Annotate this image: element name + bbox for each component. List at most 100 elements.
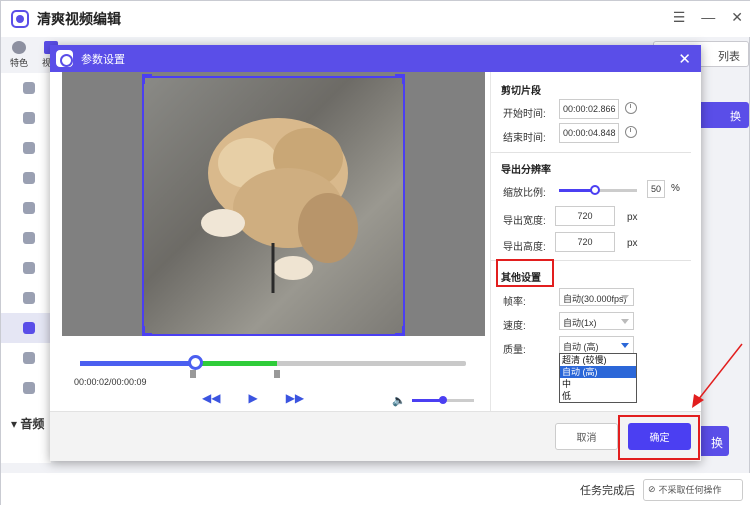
end-time-label: 结束时间: [503, 133, 546, 144]
no-action-icon: ⊘ [648, 484, 656, 494]
nav-tab-featured[interactable]: 特色 [5, 41, 33, 69]
dialog-header: 参数设置 ✕ [50, 45, 701, 72]
rewind-icon[interactable]: ◀◀ [202, 391, 220, 405]
tool-icon [23, 232, 35, 244]
sidebar-item[interactable] [1, 253, 51, 283]
sidebar-item[interactable] [1, 73, 51, 103]
volume-slider[interactable] [411, 396, 474, 404]
chevron-down-icon [621, 295, 629, 300]
other-section-title: 其他设置 [501, 273, 541, 284]
playhead-thumb[interactable] [188, 355, 203, 370]
tool-icon [23, 352, 35, 364]
px-unit: px [627, 238, 638, 249]
menu-icon[interactable]: ☰ [673, 9, 686, 26]
crop-handle-bottom-left[interactable] [142, 326, 152, 336]
close-window-icon[interactable]: ✕ [731, 9, 743, 26]
start-time-label: 开始时间: [503, 109, 546, 120]
framerate-select[interactable]: 自动(30.000fps) [559, 288, 634, 306]
selection-end-marker[interactable] [274, 370, 280, 378]
title-bar: 清爽视频编辑 ☰ — ✕ [1, 1, 750, 37]
nav-tab-label: 特色 [9, 58, 28, 68]
volume-knob[interactable] [438, 396, 447, 404]
quality-select[interactable]: 自动 (高) [559, 336, 634, 354]
chevron-down-icon [621, 319, 629, 324]
sidebar-item[interactable] [1, 103, 51, 133]
export-height-input[interactable]: 720 [555, 232, 615, 252]
player-controls: ◀◀ ▶ ▶▶ [202, 391, 304, 405]
reset-clock-icon[interactable] [625, 126, 637, 138]
quality-option-selected[interactable]: 自动 (高) [560, 366, 636, 378]
reset-clock-icon[interactable] [625, 102, 637, 114]
video-preview [62, 72, 485, 336]
play-icon[interactable]: ▶ [248, 391, 257, 405]
minimize-icon[interactable]: — [701, 9, 715, 26]
audio-section-label[interactable]: ▾ 音频 [11, 415, 44, 432]
timeline-played [80, 361, 196, 366]
app-title: 清爽视频编辑 [37, 11, 121, 27]
quality-option[interactable]: 低 [560, 390, 636, 402]
dialog-close-icon[interactable]: ✕ [678, 50, 691, 68]
tool-icon [23, 172, 35, 184]
speed-label: 速度: [503, 321, 526, 332]
export-height-label: 导出高度: [503, 242, 546, 253]
sidebar-item[interactable] [1, 373, 51, 403]
dialog-footer: 取消 确定 [50, 411, 701, 461]
sidebar-item[interactable] [1, 343, 51, 373]
export-width-input[interactable]: 720 [555, 206, 615, 226]
scale-knob[interactable] [590, 185, 600, 195]
timeline-selection [196, 361, 277, 366]
tool-icon [23, 262, 35, 274]
selection-start-marker[interactable] [190, 370, 196, 378]
quality-option[interactable]: 中 [560, 378, 636, 390]
end-time-input[interactable]: 00:00:04.848 [559, 123, 619, 143]
gif-icon [23, 322, 35, 334]
speed-select[interactable]: 自动(1x) [559, 312, 634, 330]
tool-icon [23, 292, 35, 304]
sidebar-item[interactable] [1, 193, 51, 223]
crop-frame[interactable] [142, 76, 405, 336]
quality-label: 质量: [503, 345, 526, 356]
volume-control: 🔈 [392, 394, 474, 407]
quality-option[interactable]: 超清 (较慢) [560, 354, 636, 366]
parameter-settings-dialog: 参数设置 ✕ 00:00:02/00:00:09 ◀◀ ▶ ▶▶ 🔈 剪切片段 … [50, 45, 701, 461]
cancel-button[interactable]: 取消 [555, 423, 618, 450]
sidebar-item[interactable] [1, 283, 51, 313]
percent-unit: % [671, 183, 680, 194]
bottom-bar: 任务完成后 ⊘ 不采取任何操作 [1, 473, 750, 506]
start-time-input[interactable]: 00:00:02.866 [559, 99, 619, 119]
task-done-label: 任务完成后 [580, 484, 635, 497]
scale-value-input[interactable]: 50 [647, 180, 665, 198]
timeline[interactable] [80, 355, 466, 378]
tool-icon [23, 142, 35, 154]
clip-section-title: 剪切片段 [501, 86, 541, 97]
volume-fill [411, 399, 442, 402]
framerate-label: 帧率: [503, 297, 526, 308]
time-readout: 00:00:02/00:00:09 [74, 377, 147, 387]
quality-dropdown-list: 超清 (较慢) 自动 (高) 中 低 [559, 353, 637, 403]
sidebar-item[interactable] [1, 223, 51, 253]
crop-handle-top-left[interactable] [142, 74, 152, 84]
star-icon [12, 41, 26, 54]
tool-icon [23, 112, 35, 124]
chevron-down-icon [621, 343, 629, 348]
divider [491, 152, 691, 153]
task-done-select[interactable]: ⊘ 不采取任何操作 [643, 478, 743, 501]
crop-handle-top-right[interactable] [395, 74, 405, 84]
sidebar [1, 73, 51, 463]
volume-icon[interactable]: 🔈 [392, 394, 406, 407]
app-logo-icon [11, 10, 29, 28]
sidebar-item[interactable] [1, 133, 51, 163]
sidebar-item[interactable] [1, 163, 51, 193]
tool-icon [23, 382, 35, 394]
sidebar-item-gif[interactable] [1, 313, 51, 343]
tool-icon [23, 202, 35, 214]
window-controls: ☰ — ✕ [673, 9, 743, 26]
fast-forward-icon[interactable]: ▶▶ [286, 391, 304, 405]
crop-handle-bottom-right[interactable] [395, 326, 405, 336]
dialog-logo-icon [56, 50, 73, 67]
dialog-title: 参数设置 [81, 53, 125, 66]
dog-image [201, 118, 358, 293]
resolution-section-title: 导出分辨率 [501, 165, 551, 176]
annotation-highlight-box [618, 415, 700, 460]
scale-slider[interactable] [559, 185, 637, 195]
